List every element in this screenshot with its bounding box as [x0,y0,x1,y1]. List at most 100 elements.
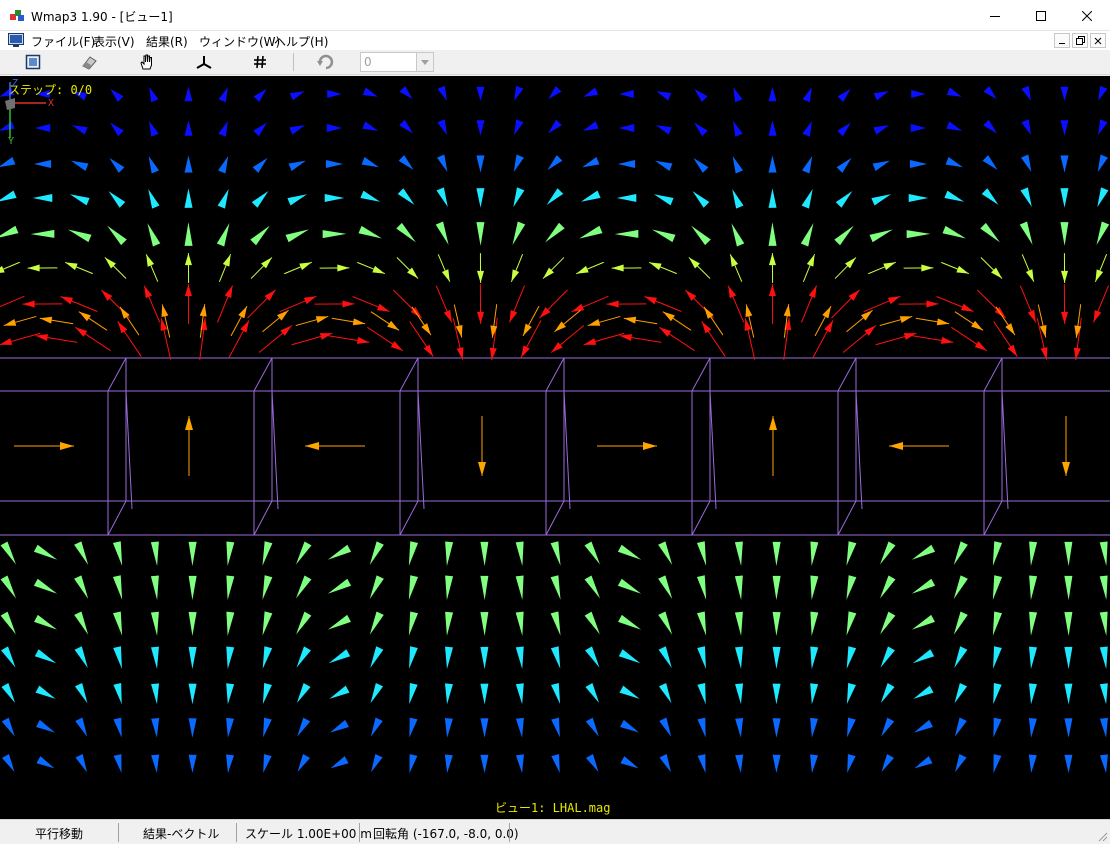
field-vector-head [1099,541,1108,567]
field-vector-head [445,611,454,636]
menu-window[interactable]: ウィンドウ(W) [199,33,280,50]
field-vector-head [846,646,857,669]
vector-field-viewport[interactable]: ステップ: 0/0 Z X Y ビュー1: LHAL.mag [0,76,1110,819]
minimize-button[interactable] [972,0,1018,31]
field-vector-head [224,285,233,299]
x-axis-label: X [48,98,54,109]
field-vector-head [1093,309,1102,323]
menu-view[interactable]: 表示(V) [93,33,135,50]
field-vector-head [1029,575,1038,601]
menu-file[interactable]: ファイル(F) [31,33,95,50]
field-vector-head [369,611,384,635]
field-vector-head [68,229,92,243]
field-vector-head [913,719,933,733]
eraser-tool-button[interactable] [78,52,100,72]
field-vector-head [151,646,159,670]
menu-help[interactable]: ヘルプ(H) [274,33,328,50]
field-vector-head [582,121,599,132]
field-vector-head [188,575,197,601]
field-vector-head [71,125,88,135]
field-vector-head [584,611,600,635]
rotate-tool-button[interactable] [315,52,337,72]
field-vector-head [584,575,600,599]
field-vector-head [113,754,122,773]
field-vector-head [579,225,603,239]
field-vector-head [480,646,489,670]
field-vector-head [107,225,127,246]
field-vector-head [361,157,379,168]
field-vector-head [696,541,707,566]
grid-tool-button[interactable] [249,52,271,72]
field-vector-head [3,318,17,326]
field-vector-head [585,717,599,737]
field-vector-head [1099,611,1108,636]
field-vector-head [802,87,812,103]
field-vector-head [253,88,267,102]
field-vector-head [515,611,524,636]
field-vector-head [694,88,708,102]
resize-grip-icon[interactable] [1096,830,1108,842]
field-vector-head [476,188,485,208]
field-vector-head [74,575,89,599]
status-mode: 平行移動 [35,826,84,841]
field-vector-head [772,718,781,738]
field-vector-head [993,754,1002,773]
field-vector-head [444,754,453,774]
field-vector-head [476,120,485,136]
magnetization-head [305,442,319,450]
field-vector-head [299,262,312,271]
magnetization-head [643,442,657,450]
field-vector-head [810,541,819,567]
mdi-restore-button[interactable] [1072,33,1088,48]
field-vector-head [297,754,311,772]
field-vector-head [376,303,390,312]
field-vector-head [327,578,352,594]
field-vector-head [1099,754,1108,774]
field-vector-head [926,300,939,308]
field-vector-head [993,646,1002,669]
field-vector-head [869,229,893,243]
field-vector-head [1064,683,1073,705]
field-vector-head [800,223,814,247]
menu-result[interactable]: 結果(R) [146,33,188,50]
step-combo[interactable]: 0 [360,52,434,72]
maximize-button[interactable] [1018,0,1064,31]
mdi-minimize-button[interactable] [1054,33,1070,48]
field-vector-head [1099,646,1108,670]
field-vector-head [444,717,453,738]
field-vector-head [337,264,350,272]
mdi-close-button[interactable] [1090,33,1106,48]
vector-field-canvas[interactable] [0,76,1110,819]
field-vector-head [1099,575,1108,601]
field-vector-head [0,156,16,168]
field-vector-head [445,646,453,670]
field-vector-head [548,119,562,134]
combo-dropdown-button[interactable] [416,53,433,71]
field-vector-head [616,193,637,202]
field-vector-head [808,285,817,299]
field-vector-head [550,646,561,669]
axes-tool-button[interactable] [193,52,215,72]
field-vector-head [523,323,532,336]
field-vector-head [421,323,431,336]
field-vector-head [911,614,935,630]
close-button[interactable] [1064,0,1110,31]
field-vector-head [1025,269,1034,282]
field-vector-head [880,575,896,599]
field-vector-head [32,193,53,202]
field-vector-head [652,229,676,243]
field-vector-head [735,754,744,774]
field-vector-head [262,575,273,600]
field-vector-head [362,87,378,97]
axis-triad: Z X Y [5,78,54,144]
pan-tool-button[interactable] [136,52,158,72]
frame-tool-button[interactable] [22,52,44,72]
document-icon[interactable] [8,33,24,47]
field-vector-head [161,304,169,317]
field-vector-head [396,222,416,243]
field-vector-head [296,646,311,668]
field-vector-head [911,544,936,560]
field-vector-head [184,120,193,136]
field-vector-head [184,86,193,102]
field-vector-head [147,223,161,247]
